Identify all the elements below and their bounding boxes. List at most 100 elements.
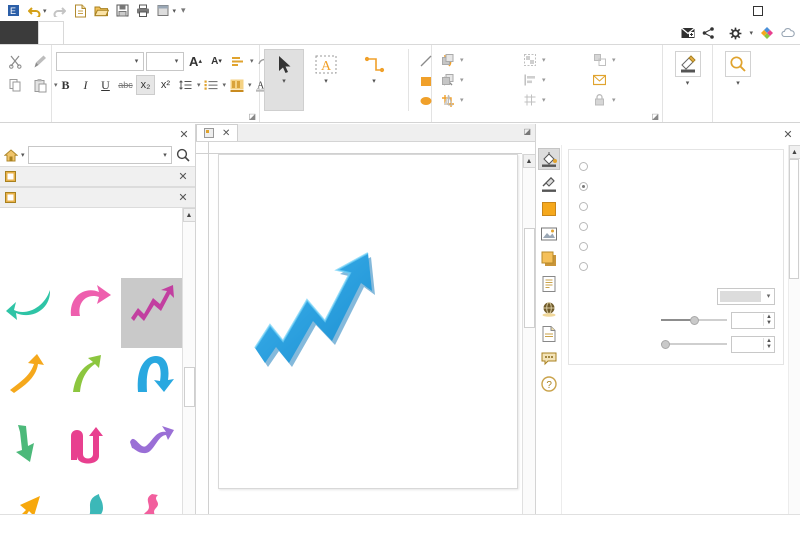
home-icon[interactable] (4, 149, 18, 162)
shape-item-wave-arrow-purple[interactable] (121, 418, 182, 488)
library-section-arrow-shapes[interactable]: ✕ (0, 187, 195, 208)
superscript-icon[interactable]: x² (156, 75, 175, 95)
canvas-vertical-scrollbar[interactable]: ▲ ▼ (522, 154, 535, 538)
fill-panel-scroll-thumb[interactable] (789, 159, 799, 279)
picture-icon[interactable] (538, 223, 560, 245)
text-background-caret[interactable]: ▾ (248, 81, 252, 89)
align-button[interactable]: ▾ (518, 70, 588, 89)
open-file-icon[interactable] (92, 2, 111, 19)
editing-caret[interactable]: ▾ (736, 79, 740, 87)
vertical-ruler[interactable] (196, 154, 209, 538)
fill-option-solid-fill[interactable] (579, 176, 775, 196)
undo-icon[interactable] (25, 2, 44, 19)
protect-button[interactable]: ▾ (588, 90, 654, 109)
shape-item-wave-arrow-pink[interactable] (61, 418, 122, 488)
export-icon[interactable] (155, 2, 174, 19)
shape-item-style-arrow-teal[interactable] (0, 278, 61, 348)
shape-item-arrow-orange[interactable] (0, 348, 61, 418)
connector-tool-caret[interactable]: ▾ (372, 78, 376, 85)
radio-picture-or-texture-fill[interactable] (579, 262, 588, 271)
cut-icon[interactable] (4, 50, 26, 72)
document-tab-drawing1[interactable]: ✕ (196, 124, 238, 141)
edraw-logo-icon[interactable]: E (4, 2, 23, 19)
shade-tint-down[interactable]: ▼ (766, 320, 772, 326)
shade-tint-spinner[interactable]: ▲▼ (731, 312, 775, 329)
library-scroll-track[interactable] (183, 222, 196, 538)
print-icon[interactable] (134, 2, 153, 19)
send-to-back-button[interactable]: ▾ (436, 70, 518, 89)
library-section-close-icon[interactable]: ✕ (176, 170, 190, 184)
mail-icon[interactable] (681, 27, 695, 39)
distribute-button[interactable]: ▾ (518, 90, 588, 109)
library-section-close-icon[interactable]: ✕ (176, 191, 190, 205)
radio-gradient-fill[interactable] (579, 202, 588, 211)
shadow-icon[interactable] (538, 248, 560, 270)
cloud-icon[interactable] (781, 28, 796, 38)
document-tab-close-icon[interactable]: ✕ (222, 128, 230, 139)
shape-item-arrow-down-green[interactable] (0, 418, 61, 488)
bring-to-front-button[interactable]: ▾ (436, 50, 518, 69)
editing-button[interactable]: ▾ (714, 47, 762, 87)
paste-icon[interactable] (29, 74, 51, 96)
transparency-down[interactable]: ▼ (766, 344, 772, 350)
connector-tool-button[interactable]: ▾ (348, 49, 400, 111)
fill-panel-close-icon[interactable]: ✕ (781, 128, 795, 142)
bold-icon[interactable]: B (56, 75, 75, 95)
styles-button[interactable]: ▾ (664, 47, 712, 87)
libraries-search-input[interactable]: ▾ (28, 146, 172, 164)
select-tool-button[interactable]: ▾ (264, 49, 304, 111)
color-picker-caret[interactable]: ▾ (763, 292, 774, 300)
home-dropdown-caret[interactable]: ▾ (21, 151, 25, 159)
select-tool-caret[interactable]: ▾ (282, 78, 286, 85)
page-props-icon[interactable] (538, 323, 560, 345)
transparency-slider[interactable] (661, 336, 727, 352)
libraries-close-icon[interactable]: ✕ (177, 127, 191, 141)
font-size-combo[interactable]: ▾ (146, 52, 184, 71)
radio-single-color-gradient-fill[interactable] (579, 222, 588, 231)
maximize-button[interactable] (744, 0, 772, 21)
styles-caret[interactable]: ▾ (686, 79, 690, 87)
arrange-dialog-launcher[interactable]: ◪ (651, 112, 659, 121)
fill-option-picture-or-texture-fill[interactable] (579, 256, 775, 276)
rotate-flip-button[interactable]: ▾ (436, 90, 518, 109)
fill-option-single-color-gradient-fill[interactable] (579, 216, 775, 236)
library-scroll-thumb[interactable] (184, 367, 195, 407)
shape-fill-icon[interactable] (538, 198, 560, 220)
shape-label-top-2[interactable] (61, 208, 122, 226)
new-file-icon[interactable] (71, 2, 90, 19)
ruler-corner[interactable] (196, 142, 209, 154)
fill-option-pattern-fill[interactable] (579, 236, 775, 256)
italic-icon[interactable]: I (76, 75, 95, 95)
globe-icon[interactable] (538, 298, 560, 320)
shade-tint-slider[interactable] (661, 312, 727, 328)
group-caret[interactable]: ▾ (542, 56, 546, 64)
shape-label-top-1[interactable] (0, 208, 61, 226)
canvas-scroll-thumb[interactable] (524, 228, 535, 328)
fill-panel-scroll-track[interactable] (789, 159, 800, 538)
library-scrollbar[interactable]: ▲ ▼ (182, 208, 195, 538)
size-button[interactable]: ▾ (588, 50, 654, 69)
tab-insert[interactable] (64, 21, 90, 44)
shape-item-arrow-green[interactable] (61, 348, 122, 418)
text-background-icon[interactable] (227, 75, 246, 95)
canvas-scroll-up-button[interactable]: ▲ (523, 154, 536, 168)
shade-tint-spinner-arrows[interactable]: ▲▼ (763, 314, 774, 326)
text-highlight-icon[interactable] (228, 51, 247, 71)
color-picker-button[interactable]: ▾ (717, 288, 775, 305)
grow-font-icon[interactable]: A▴ (186, 51, 205, 71)
close-button[interactable] (772, 0, 800, 21)
tab-view[interactable] (116, 21, 142, 44)
canvas-scroll-track[interactable] (523, 168, 536, 538)
redo-icon[interactable] (50, 2, 69, 19)
line-style-icon[interactable] (538, 173, 560, 195)
fill-option-no-fill[interactable] (579, 156, 775, 176)
text-props-icon[interactable] (538, 273, 560, 295)
canvas-viewport[interactable] (209, 154, 522, 538)
radio-no-fill[interactable] (579, 162, 588, 171)
bullets-icon[interactable] (202, 75, 221, 95)
transparency-knob[interactable] (661, 340, 670, 349)
shade-tint-knob[interactable] (690, 316, 699, 325)
shape-item-arrow-blue-hook[interactable] (121, 348, 182, 418)
theme-colors-icon[interactable] (760, 26, 774, 40)
canvas-blue-zigzag-up-arrow-icon[interactable] (219, 155, 519, 490)
